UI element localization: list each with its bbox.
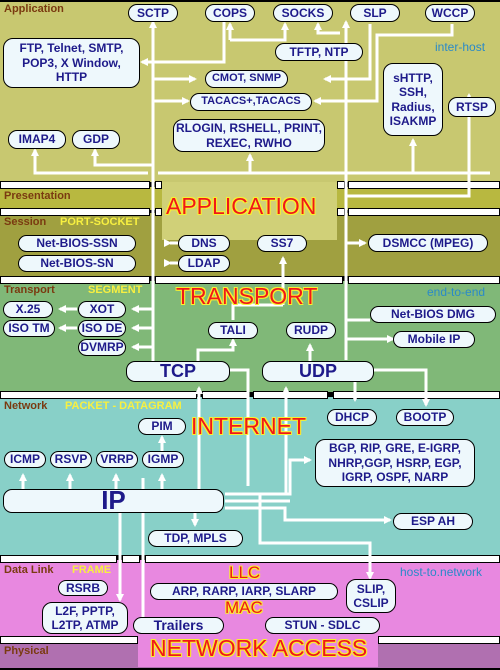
protocol-socks[interactable]: SOCKS bbox=[273, 4, 333, 22]
protocol-rtsp[interactable]: RTSP bbox=[448, 97, 496, 117]
separator bbox=[348, 276, 500, 284]
separator bbox=[253, 391, 328, 399]
tcpip-layer-transport: TRANSPORT bbox=[176, 283, 318, 309]
separator bbox=[202, 391, 248, 399]
tcpip-layer-application: APPLICATION bbox=[166, 193, 317, 219]
layer-label-datalink: Data Link bbox=[4, 564, 54, 576]
separator bbox=[378, 636, 500, 644]
unit-label-session: PORT-SOCKET bbox=[60, 216, 140, 228]
separator bbox=[0, 636, 138, 644]
protocol-ftp-group[interactable]: FTP, Telnet, SMTP, POP3, X Window, HTTP bbox=[3, 38, 140, 88]
scope-label-end-to-end: end-to-end bbox=[427, 285, 486, 299]
separator bbox=[0, 391, 197, 399]
protocol-tacacs[interactable]: TACACS+,TACACS bbox=[190, 93, 312, 111]
protocol-vrrp[interactable]: VRRP bbox=[96, 451, 138, 468]
protocol-iso-tm[interactable]: ISO TM bbox=[3, 320, 55, 337]
protocol-xot[interactable]: XOT bbox=[78, 301, 126, 318]
protocol-dns[interactable]: DNS bbox=[178, 235, 230, 252]
protocol-slp[interactable]: SLP bbox=[350, 4, 400, 22]
protocol-ss7[interactable]: SS7 bbox=[257, 235, 307, 252]
protocol-sctp[interactable]: SCTP bbox=[128, 4, 178, 22]
protocol-imap4[interactable]: IMAP4 bbox=[8, 130, 66, 149]
layer-label-transport: Transport bbox=[4, 284, 55, 296]
tcpip-sublayer-llc: LLC bbox=[229, 563, 261, 582]
scope-label-inter-host: inter-host bbox=[435, 40, 486, 54]
protocol-igmp[interactable]: IGMP bbox=[142, 451, 184, 468]
separator bbox=[122, 555, 140, 563]
unit-label-transport: SEGMENT bbox=[88, 284, 143, 296]
separator bbox=[337, 181, 345, 189]
protocol-pim[interactable]: PIM bbox=[138, 418, 186, 435]
protocol-tcp[interactable]: TCP bbox=[126, 361, 230, 382]
protocol-wccp[interactable]: WCCP bbox=[425, 4, 475, 22]
protocol-rsvp[interactable]: RSVP bbox=[50, 451, 92, 468]
protocol-l2f-group[interactable]: L2F, PPTP, L2TP, ATMP bbox=[42, 602, 128, 634]
separator bbox=[333, 391, 500, 399]
separator bbox=[337, 208, 345, 216]
protocol-mobile-ip[interactable]: Mobile IP bbox=[393, 331, 475, 348]
separator bbox=[0, 555, 117, 563]
layer-label-physical: Physical bbox=[4, 645, 49, 657]
separator bbox=[348, 208, 500, 216]
separator bbox=[0, 181, 150, 189]
layer-label-application: Application bbox=[4, 3, 64, 15]
protocol-netbios-ssn[interactable]: Net-BIOS-SSN bbox=[18, 235, 136, 252]
protocol-bootp[interactable]: BOOTP bbox=[396, 409, 454, 426]
tcpip-sublayer-mac: MAC bbox=[225, 598, 263, 617]
protocol-slip[interactable]: SLIP, CSLIP bbox=[346, 579, 396, 613]
unit-label-datalink: FRAME bbox=[72, 564, 112, 576]
protocol-rlogin-group[interactable]: RLOGIN, RSHELL, PRINT, REXEC, RWHO bbox=[173, 119, 325, 152]
protocol-netbios-sn[interactable]: Net-BIOS-SN bbox=[18, 255, 136, 272]
protocol-rudp[interactable]: RUDP bbox=[286, 322, 336, 339]
layer-label-network: Network bbox=[4, 400, 48, 412]
protocol-netbios-dmg[interactable]: Net-BIOS DMG bbox=[370, 306, 496, 323]
protocol-shttp-group[interactable]: sHTTP, SSH, Radius, ISAKMP bbox=[383, 63, 443, 136]
protocol-stun[interactable]: STUN - SDLC bbox=[265, 617, 380, 634]
protocol-tftp-ntp[interactable]: TFTP, NTP bbox=[275, 43, 363, 61]
protocol-cops[interactable]: COPS bbox=[205, 4, 255, 22]
separator bbox=[348, 181, 500, 189]
separator bbox=[0, 276, 150, 284]
protocol-cmot-snmp[interactable]: CMOT, SNMP bbox=[205, 70, 288, 88]
separator bbox=[145, 555, 500, 563]
protocol-gdp[interactable]: GDP bbox=[72, 130, 120, 149]
separator bbox=[0, 208, 150, 216]
protocol-iso-de[interactable]: ISO DE bbox=[78, 320, 126, 337]
tcpip-layer-network-access: NETWORK ACCESS bbox=[150, 635, 368, 661]
protocol-ip[interactable]: IP bbox=[3, 485, 224, 515]
protocol-icmp[interactable]: ICMP bbox=[4, 451, 46, 468]
unit-label-network: PACKET - DATAGRAM bbox=[65, 400, 182, 412]
protocol-dvmrp[interactable]: DVMRP bbox=[78, 339, 126, 356]
protocol-x25[interactable]: X.25 bbox=[3, 301, 53, 318]
protocol-bgp-group[interactable]: BGP, RIP, GRE, E-IGRP, NHRP,GGP, HSRP, E… bbox=[315, 439, 475, 487]
protocol-dsmcc[interactable]: DSMCC (MPEG) bbox=[368, 234, 488, 252]
layer-label-presentation: Presentation bbox=[4, 190, 71, 202]
protocol-tali[interactable]: TALI bbox=[208, 322, 258, 339]
protocol-tdp-mpls[interactable]: TDP, MPLS bbox=[148, 530, 243, 547]
protocol-arp-group[interactable]: ARP, RARP, IARP, SLARP bbox=[150, 583, 338, 600]
layer-label-session: Session bbox=[4, 216, 47, 228]
protocol-udp[interactable]: UDP bbox=[262, 361, 374, 382]
tcpip-layer-internet: INTERNET bbox=[191, 413, 306, 439]
protocol-dhcp[interactable]: DHCP bbox=[327, 409, 377, 426]
protocol-ldap[interactable]: LDAP bbox=[178, 255, 230, 272]
protocol-rsrb[interactable]: RSRB bbox=[58, 580, 108, 596]
protocol-trailers[interactable]: Trailers bbox=[133, 617, 224, 634]
separator bbox=[155, 208, 162, 216]
protocol-esp-ah[interactable]: ESP AH bbox=[393, 513, 473, 530]
separator bbox=[155, 181, 162, 189]
scope-label-host-to-network: host-to.network bbox=[400, 565, 483, 579]
